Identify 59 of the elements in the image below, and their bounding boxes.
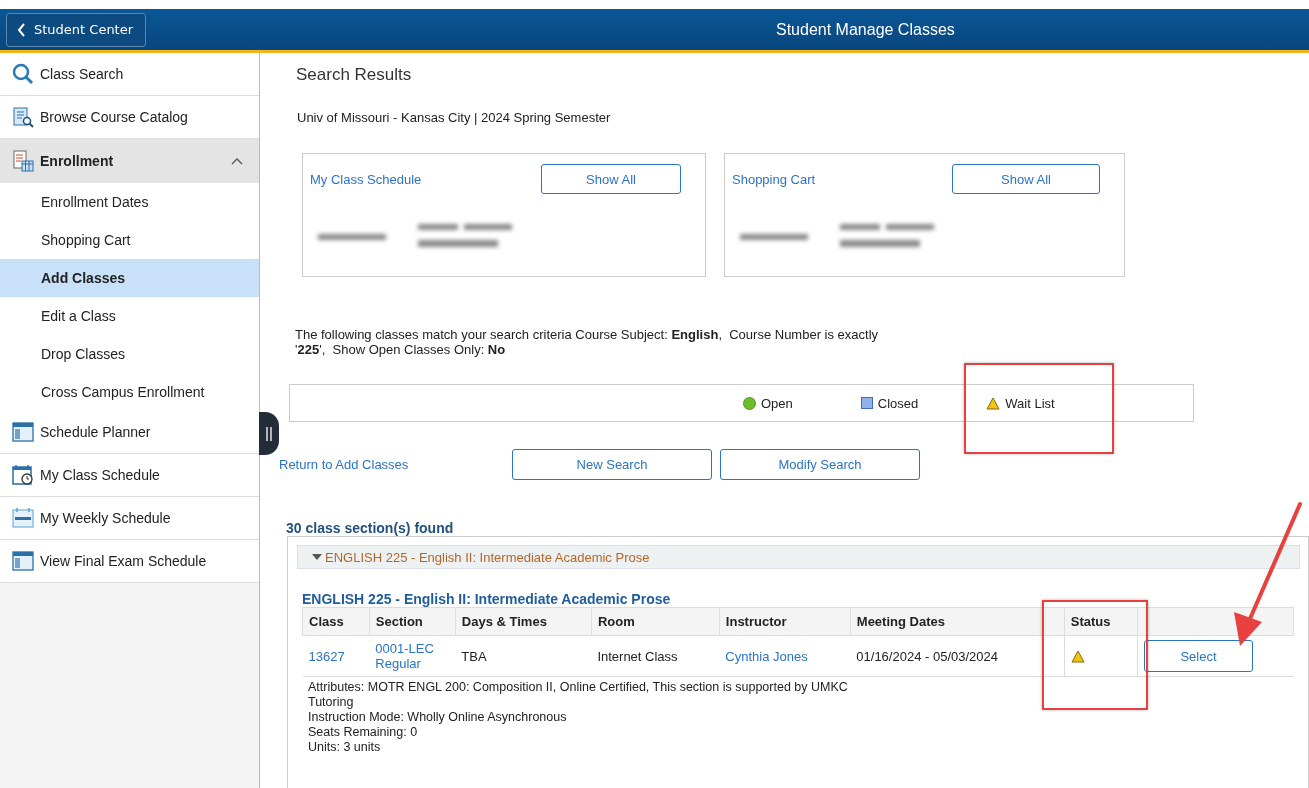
section-link[interactable]: 0001-LEC Regular [375,641,450,671]
calendar-icon [12,507,34,529]
section-title: Search Results [296,65,413,85]
page-title: Student Manage Classes [775,20,956,39]
column-header: Class [302,607,370,636]
section-detail: Seats Remaining: 0 [308,725,419,740]
search-button[interactable]: Modify Search [720,449,920,480]
sidebar-item[interactable]: Drop Classes [0,335,259,373]
institution-term: Univ of Missouri - Kansas City | 2024 Spring Semester [297,110,612,125]
search-criteria-text: The following classes match your search criteria Course Subject: English, Course Number is exactly '225', Show Open Classes Only: No [295,327,880,357]
sidebar-item[interactable]: Add Classes [0,259,259,297]
class-number-link[interactable]: 13627 [308,648,345,664]
column-header: Status [1064,607,1138,636]
show-all-button[interactable]: Show All [952,164,1100,194]
calendar-clock-icon [12,464,34,486]
collapse-handle[interactable] [259,412,279,455]
return-link[interactable]: Return to Add Classes [279,457,504,472]
sidebar-item[interactable]: Schedule Planner [0,411,259,454]
card-title-link[interactable]: Shopping Cart [732,171,816,187]
sidebar-item[interactable]: Cross Campus Enrollment [0,373,259,411]
instructor-link[interactable]: Cynthia Jones [725,648,808,664]
legend-label: Open [761,395,793,411]
back-button[interactable]: Student Center [6,12,147,47]
card-title-link[interactable]: My Class Schedule [310,171,422,187]
show-all-button[interactable]: Show All [541,164,681,194]
pause-bars-icon [266,426,272,441]
section-detail: Units: 3 units [308,740,382,755]
column-header: Room [591,607,720,636]
calendar-icon [12,550,34,572]
sidebar-item[interactable]: My Class Schedule [0,454,259,497]
table-cell: 01/16/2024 - 05/03/2024 [850,635,1065,677]
search-icon [12,63,34,85]
sidebar-item[interactable]: Enrollment Dates [0,183,259,221]
sidebar-item[interactable]: Class Search [0,53,259,96]
section-detail: Attributes: MOTR ENGL 200: Composition II, Online Certified, This section is supported by UMKC Tutoring [308,680,849,710]
section-detail: Instruction Mode: Wholly Online Asynchronous [308,710,568,725]
results-count: 30 class section(s) found [286,520,455,536]
list-calendar-icon [12,150,34,172]
sidebar-item[interactable]: Edit a Class [0,297,259,335]
select-button[interactable]: Select [1144,640,1253,672]
course-group-header[interactable]: ENGLISH 225 - English II: Intermediate Academic Prose [297,545,1300,569]
course-title: ENGLISH 225 - English II: Intermediate Academic Prose [302,591,672,607]
search-button[interactable]: New Search [512,449,712,480]
column-header: Section [369,607,456,636]
chevron-left-icon [17,22,26,37]
catalog-icon [12,106,34,128]
triangle-icon [312,553,322,561]
legend-label: Wait List [1005,395,1055,411]
caret-icon [231,157,243,165]
legend-label: Closed [877,395,919,411]
sidebar-section[interactable]: Enrollment [0,139,259,183]
table-cell: Internet Class [591,635,720,677]
sidebar-item[interactable]: My Weekly Schedule [0,497,259,540]
column-header: Instructor [719,607,851,636]
column-header: Meeting Dates [850,607,1065,636]
table-cell: TBA [455,635,592,677]
calendar-icon [12,421,34,443]
column-header: Days & Times [455,607,592,636]
sidebar-item[interactable]: Shopping Cart [0,221,259,259]
